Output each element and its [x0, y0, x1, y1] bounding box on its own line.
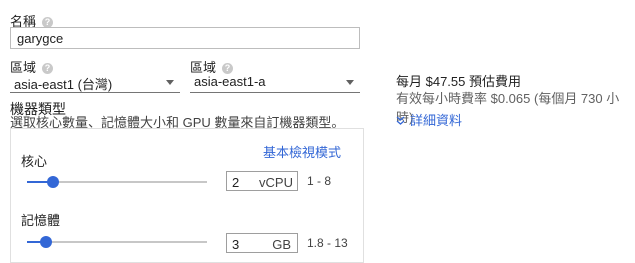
chevron-double-down-icon [396, 112, 406, 130]
cores-label: 核心 [21, 154, 48, 169]
cores-slider[interactable] [27, 176, 207, 188]
cores-range: 1 - 8 [307, 174, 332, 188]
memory-number-box[interactable]: 3 GB [226, 233, 298, 253]
custom-machine-panel: 基本檢視模式 核心 2 vCPU 1 - 8 記憶體 3 GB 1.8 - 13 [10, 128, 364, 263]
basic-view-link[interactable]: 基本檢視模式 [263, 142, 341, 161]
memory-label: 記憶體 [21, 213, 61, 228]
name-input[interactable] [10, 27, 360, 49]
region-select[interactable]: asia-east1 (台灣) [10, 71, 180, 93]
cores-number-box[interactable]: 2 vCPU [226, 171, 298, 191]
cores-unit: vCPU [259, 175, 293, 190]
memory-slider[interactable] [27, 236, 207, 248]
memory-unit: GB [272, 237, 291, 252]
zone-dropdown-caret-icon [346, 80, 354, 85]
details-link[interactable]: 詳細資料 [396, 110, 462, 130]
cores-slider-thumb[interactable] [47, 176, 59, 188]
memory-value: 3 [232, 237, 240, 252]
cores-value: 2 [232, 175, 240, 190]
memory-range: 1.8 - 13 [307, 236, 348, 250]
zone-select-value: asia-east1-a [194, 74, 266, 89]
zone-select[interactable]: asia-east1-a [190, 71, 360, 93]
region-dropdown-caret-icon [166, 80, 174, 85]
memory-slider-thumb[interactable] [40, 236, 52, 248]
region-select-value: asia-east1 (台灣) [14, 77, 113, 92]
details-link-label: 詳細資料 [410, 113, 463, 128]
